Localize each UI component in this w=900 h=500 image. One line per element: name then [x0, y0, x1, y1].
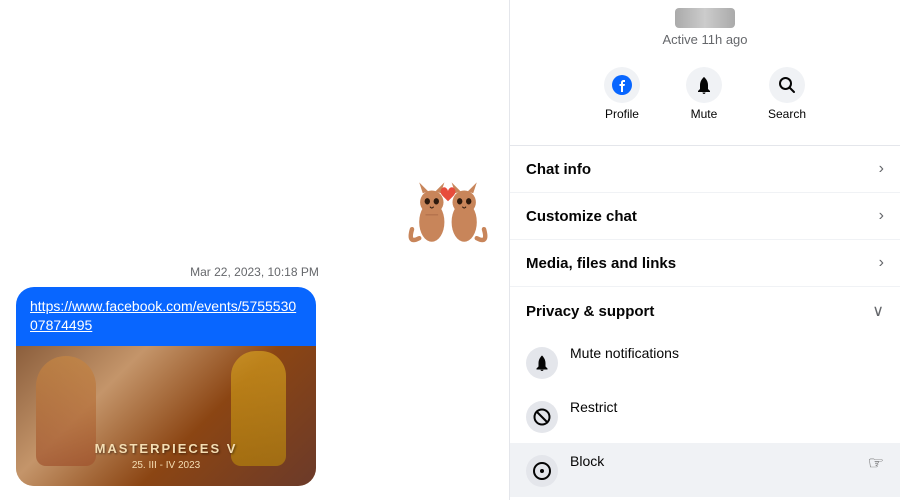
sticker-message — [16, 159, 493, 249]
active-status: Active 11h ago — [662, 32, 747, 47]
chat-panel: Mar 22, 2023, 10:18 PM https://www.faceb… — [0, 0, 510, 500]
link-message-bubble[interactable]: https://www.facebook.com/events/57555300… — [16, 287, 316, 486]
mute-notifications-icon — [526, 347, 558, 379]
profile-button[interactable]: Profile — [596, 63, 648, 125]
privacy-chevron: ∨ — [872, 301, 884, 321]
privacy-label: Privacy & support — [526, 303, 654, 320]
search-button[interactable]: Search — [760, 63, 814, 125]
privacy-section: Privacy & support ∨ Mute notifications — [510, 287, 900, 500]
block-icon — [526, 455, 558, 487]
action-buttons: Profile Mute Search — [526, 51, 884, 133]
restrict-item[interactable]: Restrict — [510, 389, 900, 443]
media-files-chevron: › — [879, 254, 884, 272]
customize-chat-chevron: › — [879, 207, 884, 225]
block-item[interactable]: Block ☞ — [510, 443, 900, 497]
privacy-header[interactable]: Privacy & support ∨ — [510, 287, 900, 335]
event-date: 25. III - IV 2023 — [16, 460, 316, 471]
media-files-item[interactable]: Media, files and links › — [510, 240, 900, 287]
profile-label: Profile — [605, 107, 639, 121]
block-title: Block — [570, 453, 856, 469]
message-timestamp: Mar 22, 2023, 10:18 PM — [16, 265, 493, 279]
event-title: MASTERPIECES V — [16, 441, 316, 456]
mute-notifications-title: Mute notifications — [570, 345, 884, 361]
profile-icon — [604, 67, 640, 103]
search-icon — [769, 67, 805, 103]
avatar — [675, 8, 735, 28]
avatar-area: Active 11h ago — [662, 8, 747, 47]
link-text[interactable]: https://www.facebook.com/events/57555300… — [16, 287, 316, 346]
chat-messages: Mar 22, 2023, 10:18 PM https://www.faceb… — [0, 0, 509, 500]
restrict-icon — [526, 401, 558, 433]
privacy-items: Mute notifications Restrict — [510, 335, 900, 500]
customize-chat-label: Customize chat — [526, 208, 637, 225]
sidebar-header: Active 11h ago Profile — [510, 0, 900, 146]
right-sidebar: Active 11h ago Profile — [510, 0, 900, 500]
search-label: Search — [768, 107, 806, 121]
media-files-label: Media, files and links — [526, 255, 676, 272]
status-row: Active 11h ago — [526, 0, 884, 51]
chat-info-label: Chat info — [526, 161, 591, 178]
cursor-indicator: ☞ — [868, 453, 884, 474]
mute-button[interactable]: Mute — [678, 63, 730, 125]
mute-icon — [686, 67, 722, 103]
mute-label: Mute — [691, 107, 718, 121]
mute-notifications-item[interactable]: Mute notifications — [510, 335, 900, 389]
chat-info-item[interactable]: Chat info › — [510, 146, 900, 193]
event-image: MASTERPIECES V 25. III - IV 2023 — [16, 346, 316, 486]
restrict-title: Restrict — [570, 399, 884, 415]
customize-chat-item[interactable]: Customize chat › — [510, 193, 900, 240]
chat-info-chevron: › — [879, 160, 884, 178]
